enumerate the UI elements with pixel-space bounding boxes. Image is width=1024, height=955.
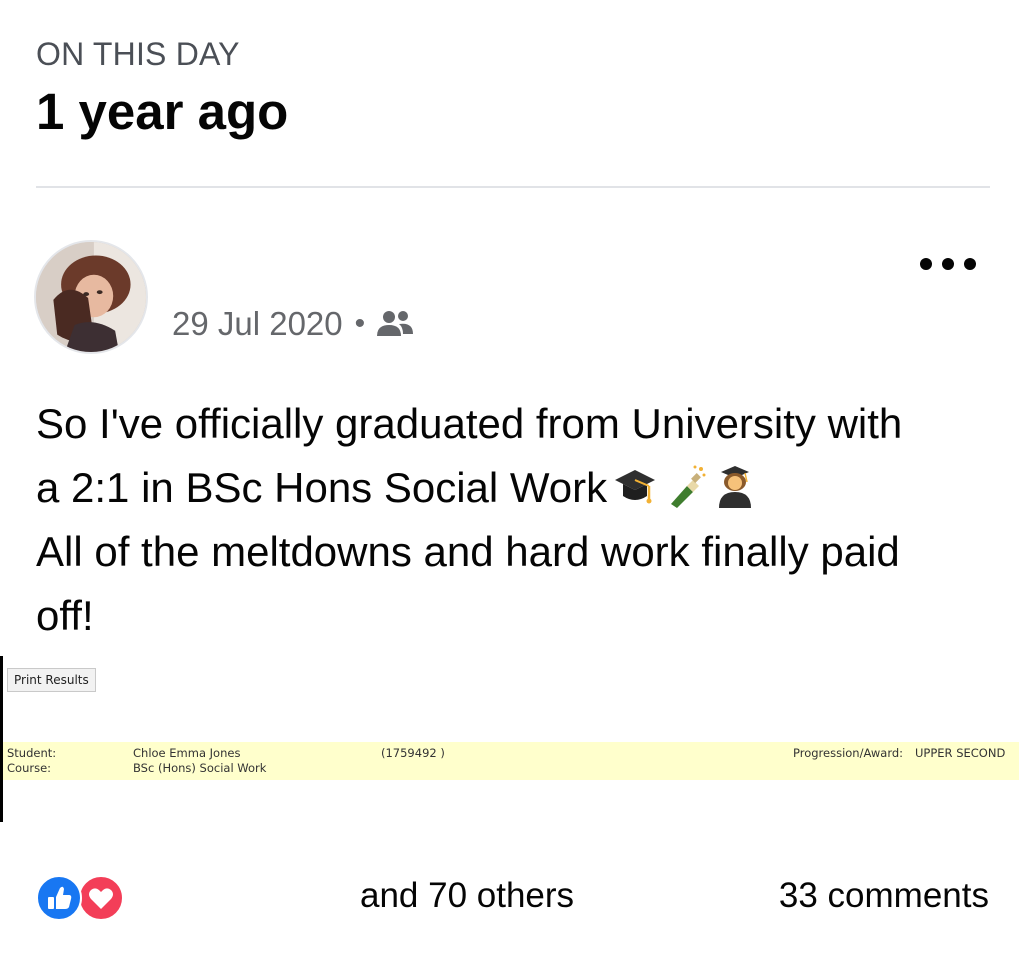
award-value: UPPER SECOND <box>915 746 1006 760</box>
student-name: Chloe Emma Jones <box>133 746 241 760</box>
champagne-emoji <box>663 464 707 508</box>
post-date[interactable]: 29 Jul 2020 <box>172 305 343 343</box>
student-id: (1759492 ) <box>381 746 445 760</box>
graduation-cap-emoji <box>613 464 657 508</box>
print-results-button: Print Results <box>7 668 96 692</box>
course-label: Course: <box>7 761 52 775</box>
meta-separator: • <box>354 307 366 340</box>
reaction-count[interactable]: and 70 others <box>360 876 574 916</box>
post-text: So I've officially graduated from Univer… <box>36 392 996 648</box>
memory-header-title: 1 year ago <box>36 83 289 140</box>
memory-header-label: ON THIS DAY <box>36 36 240 72</box>
like-reaction-icon <box>36 875 82 921</box>
course-name: BSc (Hons) Social Work <box>133 761 267 775</box>
header-divider <box>36 186 990 188</box>
post-text-line: So I've officially graduated from Univer… <box>36 400 903 447</box>
post-text-line: a 2:1 in BSc Hons Social Work <box>36 456 996 520</box>
post-text-line: All of the meltdowns and hard work final… <box>36 528 900 575</box>
post-text-line: off! <box>36 592 94 639</box>
student-label: Student: <box>7 746 57 760</box>
comments-count[interactable]: 33 comments <box>779 876 989 916</box>
attachment-image[interactable]: Print Results Student: Course: Chloe Emm… <box>0 656 1024 824</box>
award-label: Progression/Award: <box>793 746 904 760</box>
attachment-left-border <box>0 656 3 822</box>
results-strip: Student: Course: Chloe Emma Jones BSc (H… <box>3 742 1019 780</box>
post-meta: 29 Jul 2020 • <box>172 305 415 343</box>
profile-avatar[interactable] <box>34 240 148 354</box>
more-options-icon[interactable] <box>920 250 976 278</box>
love-reaction-icon <box>78 875 124 921</box>
reactions[interactable] <box>36 875 128 921</box>
friends-icon <box>375 308 415 340</box>
woman-student-emoji <box>713 464 757 508</box>
